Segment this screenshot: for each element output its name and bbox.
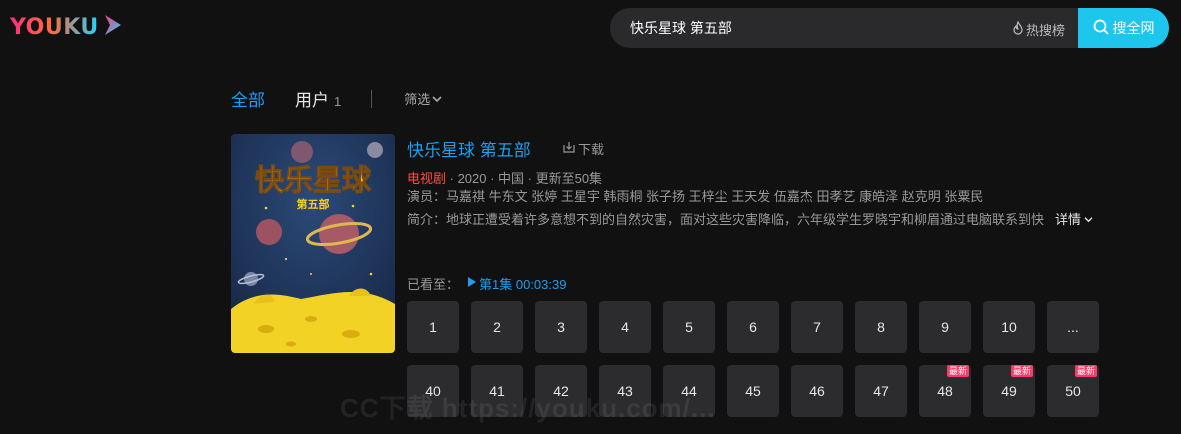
- search-all-label: 搜全网: [1112, 20, 1155, 36]
- search-all-button[interactable]: 搜全网: [1078, 8, 1169, 48]
- episode-label: 50: [1065, 383, 1081, 399]
- episode-label: 5: [685, 319, 693, 335]
- flame-icon: [1012, 20, 1024, 38]
- new-badge: 最新: [1010, 365, 1033, 377]
- episode-button[interactable]: 2: [471, 301, 523, 353]
- episode-button[interactable]: 45: [727, 365, 779, 417]
- episode-label: 7: [813, 319, 821, 335]
- episode-button[interactable]: 46: [791, 365, 843, 417]
- watch-progress: 已看至： 第1集 00:03:39: [407, 274, 566, 293]
- episode-button[interactable]: 50 最新: [1047, 365, 1099, 417]
- episode-label: 3: [557, 319, 565, 335]
- episode-button[interactable]: 4: [599, 301, 651, 353]
- youku-logo[interactable]: YOUKU: [10, 12, 124, 43]
- hot-search-label: 热搜榜: [1026, 23, 1066, 38]
- watched-progress-text: 第1集 00:03:39: [479, 277, 567, 292]
- poster-image[interactable]: 快乐星球 第五部: [231, 134, 395, 353]
- tab-all[interactable]: 全部: [231, 86, 265, 111]
- search-icon: [1093, 19, 1109, 38]
- episode-button[interactable]: 6: [727, 301, 779, 353]
- cast-list: 演员：马嘉祺 牛东文 张婷 王星宇 韩雨桐 张子扬 王梓尘 王天发 伍嘉杰 田孝…: [407, 189, 984, 204]
- hot-search-link[interactable]: 热搜榜: [1012, 20, 1065, 39]
- episode-label: 4: [621, 319, 629, 335]
- episode-label: 48: [937, 383, 953, 399]
- search-bar: 热搜榜 搜全网: [610, 8, 1169, 48]
- episode-button[interactable]: ...: [1047, 301, 1099, 353]
- episode-button[interactable]: 48 最新: [919, 365, 971, 417]
- episode-button[interactable]: 40: [407, 365, 459, 417]
- tab-divider: [371, 89, 373, 108]
- episode-button[interactable]: 8: [855, 301, 907, 353]
- episode-label: 40: [425, 383, 441, 399]
- filter-dropdown[interactable]: 筛选: [404, 89, 442, 108]
- result-title[interactable]: 快乐星球 第五部: [407, 136, 531, 161]
- episode-button[interactable]: 49 最新: [983, 365, 1035, 417]
- episode-label: 9: [941, 319, 949, 335]
- episode-button[interactable]: 10: [983, 301, 1035, 353]
- episode-label: 41: [489, 383, 505, 399]
- tab-user-label: 用户: [295, 91, 329, 110]
- episode-label: 45: [745, 383, 761, 399]
- result-meta: 电视剧 · 2020 · 中国 · 更新至50集: [407, 168, 602, 187]
- search-input[interactable]: [630, 8, 990, 48]
- tab-user[interactable]: 用户 1: [295, 86, 341, 111]
- episode-button[interactable]: 9: [919, 301, 971, 353]
- episode-button[interactable]: 44: [663, 365, 715, 417]
- poster-title-text: 快乐星球: [255, 163, 372, 197]
- episode-label: 47: [873, 383, 889, 399]
- download-label: 下载: [578, 142, 605, 157]
- genre-label: 电视剧: [407, 171, 447, 186]
- chevron-down-icon: [1084, 211, 1093, 226]
- chevron-down-icon: [432, 91, 442, 106]
- logo-play-icon: [102, 12, 124, 43]
- watched-label: 已看至：: [407, 277, 460, 292]
- episode-button[interactable]: 43: [599, 365, 651, 417]
- episode-label: 44: [681, 383, 697, 399]
- meta-info: · 2020 · 中国 · 更新至50集: [446, 171, 603, 186]
- detail-label: 详情: [1055, 212, 1082, 227]
- episode-button[interactable]: 5: [663, 301, 715, 353]
- poster-subtitle-text: 第五部: [297, 197, 330, 211]
- episode-label: ...: [1067, 319, 1079, 335]
- episode-button[interactable]: 47: [855, 365, 907, 417]
- detail-button[interactable]: 详情: [1055, 209, 1093, 228]
- episode-label: 2: [493, 319, 501, 335]
- episode-label: 6: [749, 319, 757, 335]
- logo-text: YOUKU: [10, 15, 99, 40]
- episode-label: 49: [1001, 383, 1017, 399]
- episode-label: 10: [1001, 319, 1017, 335]
- episode-label: 43: [617, 383, 633, 399]
- download-button[interactable]: 下载: [563, 139, 604, 158]
- episode-label: 8: [877, 319, 885, 335]
- episode-button[interactable]: 41: [471, 365, 523, 417]
- description: 简介：地球正遭受着许多意想不到的自然灾害，面对这些灾害降临，六年级学生罗晓宇和柳…: [407, 212, 1045, 227]
- watermark: CC下载 https://youku.com/...: [340, 393, 716, 423]
- episode-label: 46: [809, 383, 825, 399]
- filter-tabs: 全部 用户 1 筛选: [231, 86, 442, 111]
- new-badge: 最新: [1074, 365, 1097, 377]
- filter-label: 筛选: [404, 92, 431, 107]
- download-icon: [563, 141, 575, 156]
- new-badge: 最新: [946, 365, 969, 377]
- play-icon: [467, 276, 477, 291]
- episode-label: 1: [429, 319, 437, 335]
- episode-button[interactable]: 3: [535, 301, 587, 353]
- episode-button[interactable]: 42: [535, 365, 587, 417]
- tab-user-count: 1: [334, 94, 342, 109]
- episode-button[interactable]: 7: [791, 301, 843, 353]
- episode-button[interactable]: 1: [407, 301, 459, 353]
- episode-label: 42: [553, 383, 569, 399]
- continue-watching-link[interactable]: 第1集 00:03:39: [467, 274, 566, 293]
